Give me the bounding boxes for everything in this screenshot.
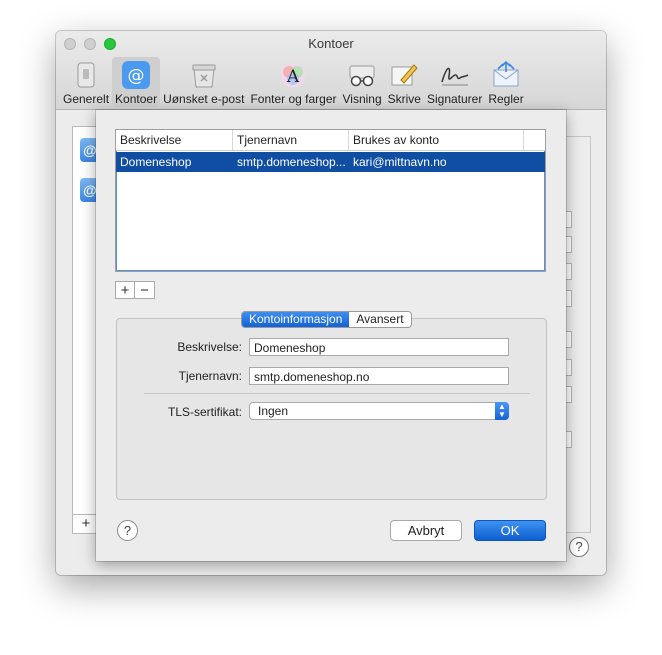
cancel-button[interactable]: Avbryt <box>390 520 462 541</box>
server-name-field[interactable]: smtp.domeneshop.no <box>249 367 509 385</box>
toolbar-label: Kontoer <box>115 92 158 106</box>
tab-avansert[interactable]: Avansert <box>349 312 410 327</box>
toolbar-item-fonter-og-farger[interactable]: A Fonter og farger <box>247 57 339 107</box>
column-header-server[interactable]: Tjenernavn <box>233 130 349 150</box>
toolbar-label: Signaturer <box>426 92 483 106</box>
rules-icon <box>490 59 522 91</box>
background-help-button[interactable]: ? <box>569 537 589 557</box>
cell-server: smtp.domeneshop... <box>237 155 346 169</box>
svg-text:A: A <box>286 67 300 87</box>
titlebar: Kontoer Generelt @ Kontoer Uønsket e-pos… <box>56 31 606 110</box>
toolbar-item-kontoer[interactable]: @ Kontoer <box>112 57 161 107</box>
cell-account: kari@mittnavn.no <box>353 155 447 169</box>
toolbar-item-generelt[interactable]: Generelt <box>60 57 112 107</box>
font-colors-icon: A <box>277 59 309 91</box>
preferences-toolbar: Generelt @ Kontoer Uønsket e-post A Font… <box>60 57 527 107</box>
toolbar-item-unsket-e-post[interactable]: Uønsket e-post <box>160 57 247 107</box>
description-label: Beskrivelse: <box>177 340 242 354</box>
popup-arrows-icon: ▲ ▼ <box>495 402 509 420</box>
switch-icon <box>70 59 102 91</box>
settings-tabs: Kontoinformasjon Avansert <box>241 311 412 328</box>
help-button[interactable]: ? <box>117 520 138 541</box>
pencil-icon <box>388 59 420 91</box>
toolbar-item-signaturer[interactable]: Signaturer <box>424 57 485 107</box>
toolbar-label: Visning <box>342 92 382 106</box>
cell-description: Domeneshop <box>120 155 192 169</box>
toolbar-label: Uønsket e-post <box>163 92 245 106</box>
smtp-servers-sheet: Beskrivelse Tjenernavn Brukes av konto D… <box>96 110 566 561</box>
column-header-account[interactable]: Brukes av konto <box>349 130 524 150</box>
toolbar-item-skrive[interactable]: Skrive <box>385 57 424 107</box>
column-header-description[interactable]: Beskrivelse <box>116 130 233 150</box>
add-server-button[interactable]: + <box>115 281 135 299</box>
glasses-icon <box>346 59 378 91</box>
table-header: Beskrivelse Tjenernavn Brukes av konto <box>116 130 545 151</box>
remove-server-button[interactable]: − <box>135 281 155 299</box>
tab-kontoinformasjon[interactable]: Kontoinformasjon <box>242 312 350 327</box>
toolbar-label: Regler <box>488 92 524 106</box>
form-divider <box>144 393 530 394</box>
signature-icon <box>439 59 471 91</box>
toolbar-label: Fonter og farger <box>250 92 337 106</box>
junk-mail-icon <box>188 59 220 91</box>
tls-certificate-popup[interactable]: Ingen ▲ ▼ <box>249 402 509 420</box>
table-row-selected[interactable]: Domeneshop smtp.domeneshop... kari@mittn… <box>116 152 545 172</box>
toolbar-label: Generelt <box>63 92 110 106</box>
window-title: Kontoer <box>308 36 354 51</box>
at-icon: @ <box>120 59 152 91</box>
server-name-label: Tjenernavn: <box>178 369 242 383</box>
tls-certificate-label: TLS-sertifikat: <box>167 405 242 419</box>
svg-text:@: @ <box>128 66 145 86</box>
smtp-server-table: Beskrivelse Tjenernavn Brukes av konto D… <box>115 129 546 272</box>
toolbar-item-visning[interactable]: Visning <box>339 57 384 107</box>
toolbar-item-regler[interactable]: Regler <box>485 57 526 107</box>
tls-certificate-value: Ingen <box>258 404 289 418</box>
description-field[interactable]: Domeneshop <box>249 338 509 356</box>
ok-button[interactable]: OK <box>474 520 546 541</box>
toolbar-label: Skrive <box>387 92 421 106</box>
add-remove-controls: + − <box>115 281 155 299</box>
